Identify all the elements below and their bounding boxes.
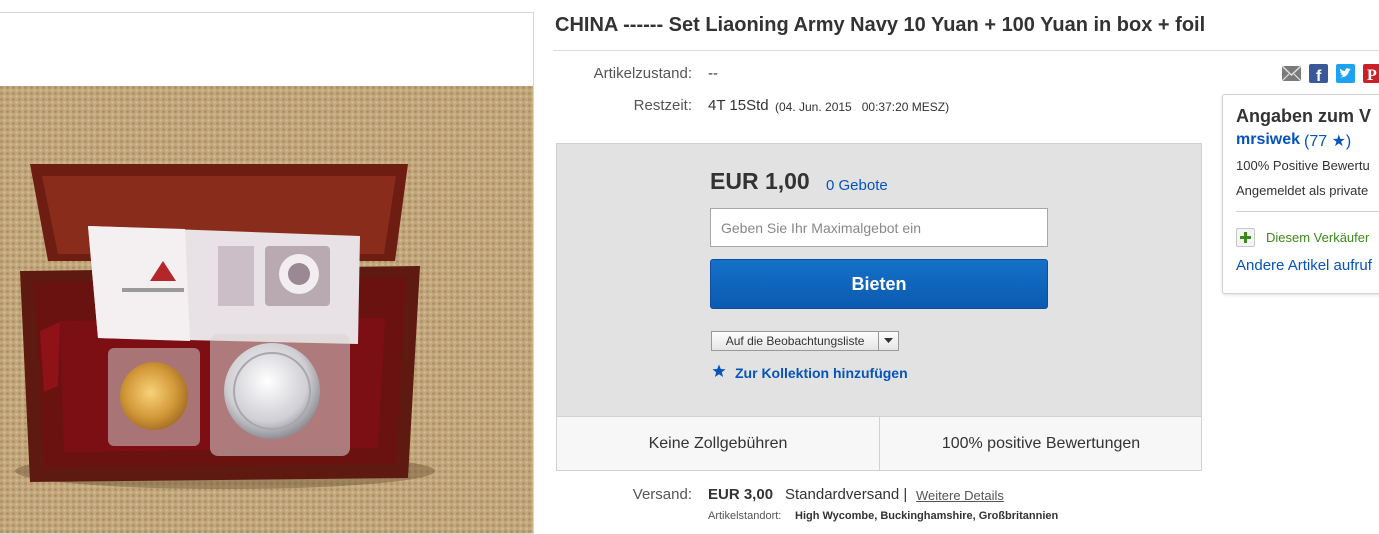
seller-name-link[interactable]: mrsiwek xyxy=(1236,131,1300,149)
time-left-label: Restzeit: xyxy=(633,97,692,114)
chevron-down-icon xyxy=(884,338,894,343)
end-date: (04. Jun. 2015 00:37:20 MESZ) xyxy=(775,100,950,114)
shipping-details-link[interactable]: Weitere Details xyxy=(916,488,1004,503)
seller-feedback-score[interactable]: (77 ★) xyxy=(1304,131,1351,151)
star-icon xyxy=(712,364,726,377)
seller-divider xyxy=(1236,211,1379,212)
bids-count-link[interactable]: 0 Gebote xyxy=(826,177,888,194)
shipping-label: Versand: xyxy=(632,486,692,503)
seller-other-items-link[interactable]: Andere Artikel aufruf xyxy=(1236,257,1372,274)
item-photo-panel[interactable] xyxy=(0,12,534,534)
follow-seller-link[interactable]: Diesem Verkäufer xyxy=(1266,230,1369,245)
pinterest-icon[interactable]: P xyxy=(1363,64,1379,84)
shipping-price: EUR 3,00 xyxy=(708,486,774,503)
watchlist-button[interactable]: Auf die Beobachtungsliste xyxy=(711,331,899,351)
watchlist-label[interactable]: Auf die Beobachtungsliste xyxy=(712,332,880,350)
time-left-value: 4T 15Std xyxy=(708,97,769,114)
svg-text:P: P xyxy=(1367,67,1377,83)
item-photo[interactable] xyxy=(0,86,533,534)
shipping-type: Standardversand | xyxy=(785,486,908,503)
seller-positive-rating: 100% Positive Bewertu xyxy=(1236,158,1370,173)
condition-value: -- xyxy=(708,65,718,82)
plus-icon[interactable] xyxy=(1236,228,1255,247)
seller-heading: Angaben zum V xyxy=(1236,106,1372,126)
current-price: EUR 1,00 xyxy=(710,168,810,194)
svg-text:f: f xyxy=(1316,68,1322,83)
email-icon[interactable] xyxy=(1281,64,1302,83)
location-value: High Wycombe, Buckinghamshire, Großbrita… xyxy=(795,510,1059,522)
location-label: Artikelstandort: xyxy=(708,510,782,522)
add-to-collection-link[interactable]: Zur Kollektion hinzufügen xyxy=(735,365,908,381)
positive-ratings-badge: 100% positive Bewertungen xyxy=(941,435,1141,452)
condition-label: Artikelzustand: xyxy=(593,65,692,82)
seller-registration: Angemeldet als private xyxy=(1236,183,1369,198)
title-divider xyxy=(553,50,1379,51)
facebook-icon[interactable]: f xyxy=(1309,64,1328,85)
item-title: CHINA ------ Set Liaoning Army Navy 10 Y… xyxy=(555,14,1206,36)
bid-button[interactable]: Bieten xyxy=(710,259,1048,309)
watchlist-dropdown-arrow[interactable] xyxy=(879,332,898,350)
max-bid-input[interactable] xyxy=(710,208,1048,247)
twitter-icon[interactable] xyxy=(1336,64,1355,83)
no-customs-badge: Keine Zollgebühren xyxy=(648,435,788,452)
